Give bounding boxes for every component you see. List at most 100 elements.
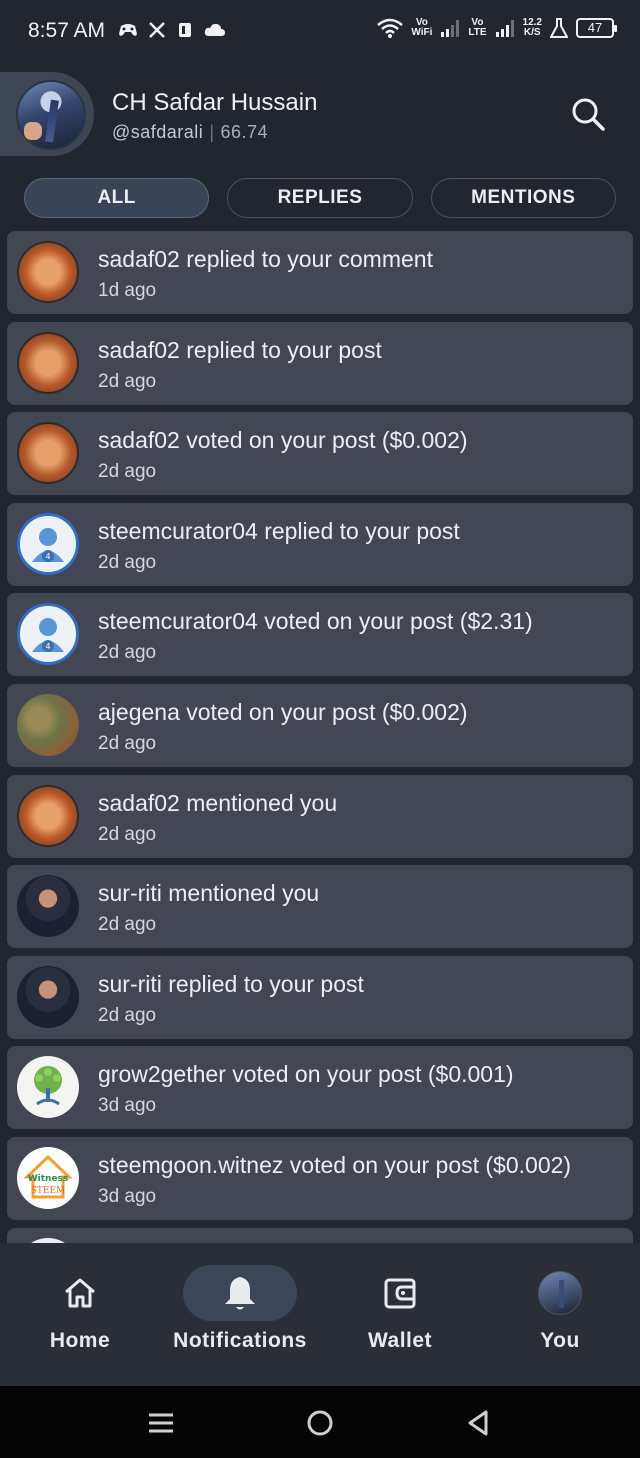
- nav-home-icon-wrap: [23, 1265, 137, 1321]
- notification-text: sadaf02 replied to your post: [98, 336, 382, 363]
- nav-notifications[interactable]: Notifications: [160, 1265, 320, 1353]
- witness-logo-icon: Witness STEEM: [23, 1154, 73, 1199]
- nav-wallet-icon-wrap: [343, 1265, 457, 1321]
- nav-home[interactable]: Home: [0, 1265, 160, 1353]
- svg-text:4: 4: [45, 552, 50, 561]
- battery-indicator: 47: [576, 18, 617, 38]
- user-avatar[interactable]: [17, 784, 79, 847]
- vowifi-label: Vo WiFi: [411, 17, 433, 38]
- notification-text: ajegena voted on your post ($0.002): [98, 698, 468, 725]
- svg-text:4: 4: [45, 642, 50, 651]
- flask-icon: [550, 18, 568, 38]
- notification-time: 3d ago: [98, 1095, 157, 1117]
- notification-item[interactable]: 4 steemcurator04 voted on your post ($2.…: [7, 593, 633, 677]
- wifi-icon: [377, 18, 404, 38]
- notification-text: sur-riti replied to your post: [98, 970, 364, 997]
- profile-name: CH Safdar Hussain: [112, 89, 318, 116]
- nav-notifications-label: Notifications: [173, 1329, 307, 1352]
- notification-time: 2d ago: [98, 823, 157, 845]
- notification-text: steemgoon.witnez voted on your post ($0.…: [98, 1151, 572, 1178]
- notification-list: sadaf02 replied to your comment 1d ago s…: [7, 231, 633, 1243]
- profile-handle-row: @safdarali | 66.74: [112, 122, 268, 143]
- back-triangle-icon: [468, 1410, 488, 1436]
- tab-all[interactable]: ALL: [24, 178, 210, 218]
- app-icon: [179, 23, 191, 37]
- nav-wallet-label: Wallet: [367, 1329, 433, 1352]
- user-avatar[interactable]: 4: [17, 603, 79, 666]
- notification-time: 2d ago: [98, 1004, 157, 1026]
- nav-home-label: Home: [49, 1329, 111, 1352]
- bell-icon: [225, 1277, 255, 1310]
- notification-item[interactable]: sadaf02 replied to your comment 1d ago: [7, 231, 633, 314]
- nav-wallet[interactable]: Wallet: [320, 1265, 480, 1353]
- search-button[interactable]: [570, 96, 606, 132]
- notification-time: 2d ago: [98, 732, 157, 754]
- gamepad-icon: [119, 24, 137, 36]
- user-avatar[interactable]: Witness STEEM: [17, 1146, 79, 1209]
- tab-replies[interactable]: REPLIES: [227, 178, 413, 218]
- home-system-button[interactable]: [305, 1408, 335, 1438]
- notification-time: 2d ago: [98, 914, 157, 936]
- menu-icon: [149, 1413, 173, 1433]
- status-time: 8:57 AM: [28, 19, 106, 42]
- status-left-icons: [118, 21, 226, 39]
- user-avatar[interactable]: [17, 875, 79, 938]
- x-icon: [149, 22, 165, 38]
- notification-text: sadaf02 replied to your comment: [98, 246, 433, 272]
- nav-you-icon-wrap: [503, 1265, 617, 1321]
- reputation-score: 66.74: [220, 122, 269, 142]
- user-avatar[interactable]: [17, 965, 79, 1028]
- notification-text: sadaf02 mentioned you: [98, 789, 338, 816]
- notification-time: 2d ago: [98, 642, 157, 664]
- network-speed: 12.2 K/S: [522, 17, 542, 38]
- notification-item[interactable]: sur-riti mentioned you 2d ago: [7, 865, 633, 949]
- user-avatar[interactable]: [17, 693, 79, 756]
- bottom-navigation: Home Notifications Wallet You: [0, 1243, 640, 1386]
- back-button[interactable]: [464, 1408, 494, 1438]
- person-icon: 4: [32, 527, 64, 562]
- status-right-icons: Vo WiFi Vo LTE 12.2 K/S 47: [377, 17, 617, 38]
- signal-icon-2: [495, 20, 514, 37]
- notification-item[interactable]: 4 steemcurator04 replied to your post 2d…: [7, 502, 633, 586]
- search-icon: [572, 98, 605, 131]
- profile-avatar[interactable]: [16, 80, 86, 150]
- separator: |: [209, 122, 215, 142]
- notification-time: 2d ago: [98, 370, 157, 392]
- nav-you-label: You: [540, 1329, 580, 1352]
- notification-text: grow2gether voted on your post ($0.001): [98, 1061, 514, 1088]
- notification-item[interactable]: sadaf02 replied to your post 2d ago: [7, 321, 633, 405]
- notification-item[interactable]: ajegena voted on your post ($0.002) 2d a…: [7, 683, 633, 767]
- system-navigation-bar: [0, 1386, 640, 1458]
- svg-text:Witness: Witness: [28, 1174, 69, 1184]
- notification-text: steemcurator04 replied to your post: [98, 517, 460, 544]
- recents-button[interactable]: [146, 1408, 176, 1438]
- status-bar: 8:57 AM Vo WiFi Vo LTE 12.2 K/S 47: [0, 0, 640, 62]
- profile-header: CH Safdar Hussain @safdarali | 66.74: [0, 62, 640, 170]
- tab-mentions[interactable]: MENTIONS: [430, 178, 616, 218]
- svg-text:STEEM: STEEM: [31, 1186, 66, 1196]
- cloud-icon: [204, 23, 225, 36]
- notification-item[interactable]: sadaf02 voted on your post ($0.002) 2d a…: [7, 412, 633, 496]
- nav-notifications-icon-wrap: [183, 1265, 297, 1321]
- tree-icon: [34, 1066, 62, 1106]
- circle-icon: [307, 1410, 333, 1436]
- notification-item[interactable]: Witness STEEM steemgoon.witnez voted on y…: [7, 1136, 633, 1220]
- signal-icon-1: [441, 20, 460, 37]
- notification-item[interactable]: grow2gether voted on your post ($0.001) …: [7, 1046, 633, 1130]
- user-avatar[interactable]: [17, 241, 79, 303]
- notification-text: steemcurator04 voted on your post ($2.31…: [98, 608, 533, 635]
- profile-avatar-small: [538, 1271, 582, 1315]
- home-icon: [65, 1278, 95, 1308]
- notification-item[interactable]: sadaf02 mentioned you 2d ago: [7, 774, 633, 858]
- nav-you[interactable]: You: [480, 1265, 640, 1353]
- notification-item-partial[interactable]: [7, 1227, 633, 1243]
- notification-time: 2d ago: [98, 551, 157, 573]
- notification-item[interactable]: sur-riti replied to your post 2d ago: [7, 955, 633, 1039]
- filter-tabs: ALL REPLIES MENTIONS: [24, 178, 616, 218]
- user-avatar[interactable]: [17, 422, 79, 485]
- user-avatar[interactable]: [17, 1056, 79, 1119]
- user-avatar[interactable]: 4: [17, 512, 79, 575]
- user-avatar[interactable]: [17, 331, 79, 394]
- person-icon: 4: [32, 618, 64, 653]
- notification-time: 3d ago: [98, 1185, 157, 1207]
